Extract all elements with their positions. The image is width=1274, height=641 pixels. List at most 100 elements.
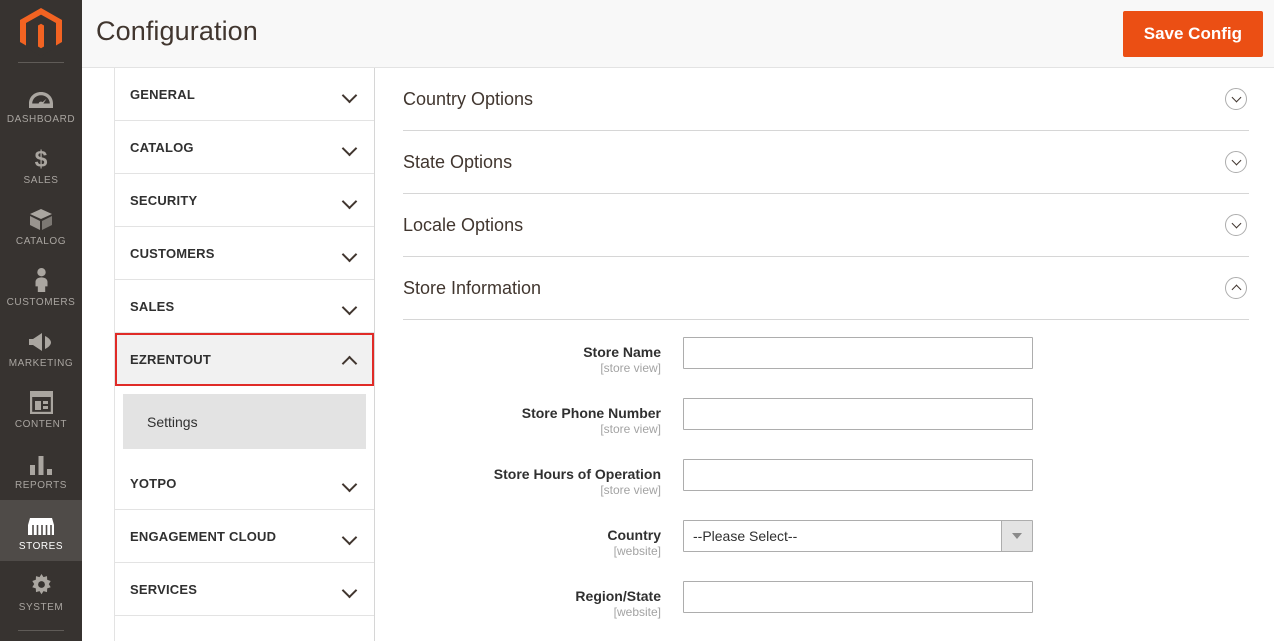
storefront-icon [28,510,54,536]
store-information-form: Store Name [store view] Store Phone Numb… [403,320,1249,641]
store-name-input[interactable] [683,337,1033,369]
section-title: Country Options [403,88,534,109]
nav-section-label: SALES [130,298,175,314]
chevron-down-icon [343,88,356,101]
field-label-group: Store Hours of Operation [store view] [403,459,683,498]
megaphone-icon [28,327,54,353]
nav-section-security[interactable]: SECURITY [115,174,374,227]
nav-section-next-partial[interactable] [115,616,374,641]
nav-section-customers[interactable]: CUSTOMERS [115,227,374,280]
rail-label: CATALOG [15,236,67,247]
chevron-down-icon [343,300,356,313]
chevron-down-icon [343,583,356,596]
admin-page: DASHBOARD $ SALES CATALOG CUSTOMERS MARK… [0,0,1274,641]
rail-item-customers[interactable]: CUSTOMERS [0,256,82,317]
nav-section-label: SERVICES [130,581,198,597]
field-control [683,581,1033,613]
bar-chart-icon [29,449,53,475]
nav-sub-group: Settings [123,394,366,449]
nav-section-engagement-cloud[interactable]: ENGAGEMENT CLOUD [115,510,374,563]
nav-section-label: SECURITY [130,192,198,208]
rail-item-reports[interactable]: REPORTS [0,439,82,500]
field-label: Country [607,527,661,543]
section-title: State Options [403,151,513,172]
field-scope: [store view] [600,483,661,497]
box-icon [29,205,53,231]
field-row-store-phone-number: Store Phone Number [store view] [403,398,1249,437]
rail-item-marketing[interactable]: MARKETING [0,317,82,378]
nav-subsection-ezrentout: Settings [115,394,374,449]
nav-section-label: YOTPO [130,475,177,491]
country-select[interactable]: --Please Select-- [683,520,1033,552]
field-row-region-state: Region/State [website] [403,581,1249,620]
region-state-input[interactable] [683,581,1033,613]
nav-section-general[interactable]: GENERAL [115,68,374,121]
field-scope: [website] [613,605,661,619]
section-country-options[interactable]: Country Options [403,68,1249,131]
field-label-group: Region/State [website] [403,581,683,620]
rail-item-stores[interactable]: STORES [0,500,82,561]
field-label-group: Store Name [store view] [403,337,683,376]
nav-section-label: CATALOG [130,139,194,155]
dollar-sign-icon: $ [32,144,50,170]
magento-logo[interactable] [0,0,82,62]
field-label: Store Phone Number [521,405,661,421]
rail-item-system[interactable]: SYSTEM [0,561,82,622]
rail-label: DASHBOARD [6,114,76,125]
rail-label: CUSTOMERS [6,297,76,308]
field-label: Region/State [575,588,661,604]
chevron-down-icon [1001,521,1032,551]
chevron-down-circle-icon[interactable] [1225,214,1247,236]
rail-item-content[interactable]: CONTENT [0,378,82,439]
save-config-button[interactable]: Save Config [1122,11,1263,57]
chevron-up-circle-icon[interactable] [1225,277,1247,299]
chevron-down-circle-icon[interactable] [1225,151,1247,173]
config-nav-panel: GENERAL CATALOG SECURITY CUSTOMERS SALES… [114,68,375,641]
chevron-down-icon [343,477,356,490]
nav-section-label: ENGAGEMENT CLOUD [130,528,277,544]
section-title: Store Information [403,277,542,298]
nav-section-label: EZRENTOUT [130,351,212,367]
nav-section-services[interactable]: SERVICES [115,563,374,616]
rail-item-catalog[interactable]: CATALOG [0,195,82,256]
rail-label: REPORTS [14,480,67,491]
store-phone-number-input[interactable] [683,398,1033,430]
field-control [683,459,1033,491]
nav-section-ezrentout[interactable]: EZRENTOUT [115,333,374,386]
gear-icon [30,571,53,597]
field-label: Store Name [583,344,661,360]
rail-item-sales[interactable]: $ SALES [0,134,82,195]
chevron-down-icon [343,530,356,543]
dashboard-gauge-icon [28,83,54,109]
chevron-up-icon [343,353,356,366]
primary-nav-rail: DASHBOARD $ SALES CATALOG CUSTOMERS MARK… [0,0,82,641]
field-row-store-name: Store Name [store view] [403,337,1249,376]
rail-label: STORES [18,541,64,552]
person-icon [33,266,50,292]
nav-section-sales[interactable]: SALES [115,280,374,333]
chevron-down-circle-icon[interactable] [1225,88,1247,110]
chevron-down-icon [343,247,356,260]
page-header: Configuration Save Config [82,0,1274,68]
sidebar-item-settings[interactable]: Settings [123,394,366,449]
nav-section-yotpo[interactable]: YOTPO [115,457,374,510]
store-hours-of-operation-input[interactable] [683,459,1033,491]
rail-label: CONTENT [14,419,68,430]
field-scope: [website] [613,544,661,558]
nav-sub-label: Settings [147,413,198,430]
section-locale-options[interactable]: Locale Options [403,194,1249,257]
rail-label: SALES [23,175,59,186]
rail-divider-bottom [18,630,64,631]
field-label-group: Store Phone Number [store view] [403,398,683,437]
rail-item-dashboard[interactable]: DASHBOARD [0,73,82,134]
section-state-options[interactable]: State Options [403,131,1249,194]
field-control [683,398,1033,430]
rail-label: SYSTEM [18,602,64,613]
nav-section-catalog[interactable]: CATALOG [115,121,374,174]
field-control: --Please Select-- [683,520,1033,552]
config-content: Country Options State Options Locale Opt… [376,68,1274,641]
field-row-store-hours-of-operation: Store Hours of Operation [store view] [403,459,1249,498]
magento-logo-icon [18,6,64,56]
section-store-information[interactable]: Store Information [403,257,1249,320]
svg-text:$: $ [35,146,48,170]
